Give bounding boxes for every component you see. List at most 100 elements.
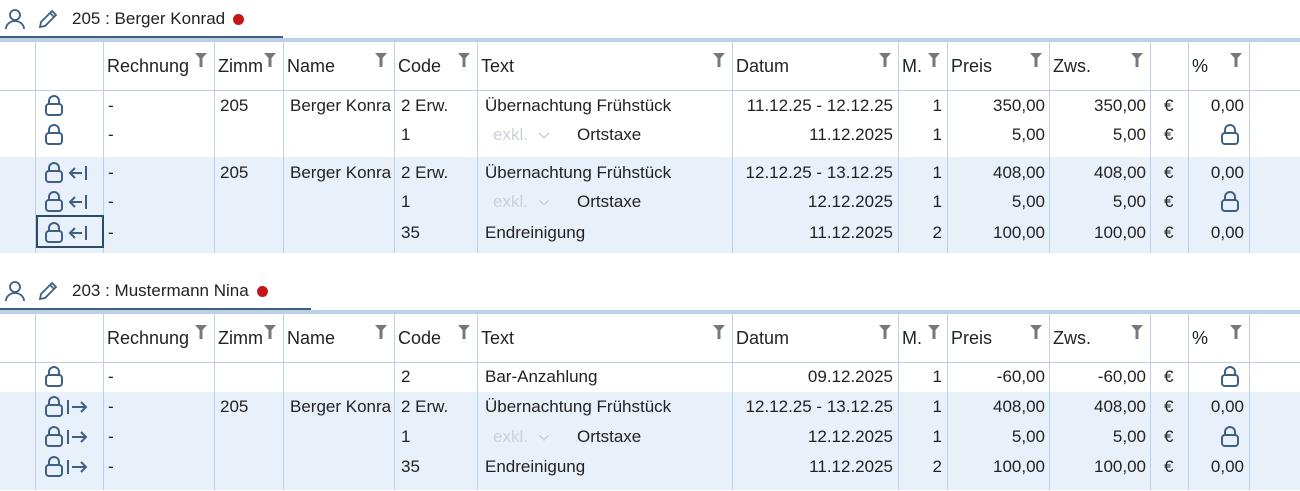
lock-transfer-in-icon[interactable] <box>44 161 92 184</box>
column-header-zimmer[interactable]: Zimmer <box>218 56 262 77</box>
cell-m: 1 <box>932 124 942 144</box>
cell-currency: € <box>1164 95 1174 115</box>
cell-preis: -60,00 <box>996 367 1045 386</box>
cell-rechnung: - <box>108 222 114 242</box>
filter-icon[interactable] <box>194 324 208 340</box>
filter-icon[interactable] <box>263 52 277 68</box>
edit-pencil-icon[interactable] <box>36 8 60 30</box>
lock-icon[interactable] <box>1220 426 1242 448</box>
cell-name: Berger Konrad <box>290 95 392 115</box>
guest-title[interactable]: 205 : Berger Konrad <box>72 9 225 29</box>
column-header-name[interactable]: Name <box>287 328 373 349</box>
filter-icon[interactable] <box>1130 324 1144 340</box>
lock-transfer-out-icon[interactable] <box>44 396 92 418</box>
filter-icon[interactable] <box>1229 52 1243 68</box>
filter-icon[interactable] <box>927 52 941 68</box>
filter-icon[interactable] <box>1229 324 1243 340</box>
cell-percent: 0,00 <box>1210 457 1244 476</box>
column-header-datum[interactable]: Datum <box>736 328 877 349</box>
edit-pencil-icon[interactable] <box>36 280 60 302</box>
cell-name <box>290 367 392 387</box>
lock-transfer-in-icon[interactable] <box>44 190 92 213</box>
filter-icon[interactable] <box>1130 52 1144 68</box>
cell-text: Endreinigung <box>485 222 586 242</box>
column-header-pct[interactable]: % <box>1192 328 1228 349</box>
cell-name: Berger Konrad <box>290 397 392 416</box>
cell-preis: 408,00 <box>993 162 1045 182</box>
column-header-rechnung[interactable]: Rechnung <box>107 328 193 349</box>
cell-currency: € <box>1164 222 1174 242</box>
filter-icon[interactable] <box>927 324 941 340</box>
column-header-code[interactable]: Code <box>398 328 456 349</box>
cell-datum: 12.12.25 - 13.12.25 <box>745 397 893 416</box>
filter-icon[interactable] <box>1029 52 1043 68</box>
chevron-down-icon <box>538 198 550 206</box>
cell-percent: 0,00 <box>1210 397 1244 416</box>
column-header-zws[interactable]: Zws. <box>1053 328 1129 349</box>
status-dot <box>256 285 268 297</box>
filter-icon[interactable] <box>457 52 471 68</box>
cell-code: 35 <box>401 222 420 242</box>
person-icon[interactable] <box>4 8 26 30</box>
lock-transfer-out-icon[interactable] <box>44 456 92 478</box>
cell-currency: € <box>1164 367 1174 386</box>
column-header-text[interactable]: Text <box>481 328 711 349</box>
column-header-name[interactable]: Name <box>287 56 373 77</box>
filter-icon[interactable] <box>457 324 471 340</box>
cell-datum: 11.12.2025 <box>809 124 893 144</box>
cell-zimmer <box>220 125 270 145</box>
cell-m: 1 <box>932 397 942 416</box>
lock-icon[interactable] <box>1220 123 1242 146</box>
table-top-border <box>0 310 1300 314</box>
column-header-zimmer[interactable]: Zimmer <box>218 328 262 349</box>
filter-icon[interactable] <box>374 324 388 340</box>
column-header-datum[interactable]: Datum <box>736 56 877 77</box>
column-header-pct[interactable]: % <box>1192 56 1228 77</box>
column-header-code[interactable]: Code <box>398 56 456 77</box>
filter-icon[interactable] <box>1029 324 1043 340</box>
lock-icon[interactable] <box>44 94 66 117</box>
column-header-m[interactable]: M. <box>902 56 926 77</box>
cell-text: Ortstaxe <box>577 124 642 144</box>
cell-code: 2 Erw. <box>401 162 449 182</box>
cell-name <box>290 125 392 145</box>
lock-icon[interactable] <box>44 123 66 146</box>
tax-mode-select[interactable]: exkl. <box>493 427 563 447</box>
cell-currency: € <box>1164 124 1174 144</box>
cell-zws: -60,00 <box>1097 367 1146 386</box>
column-header-preis[interactable]: Preis <box>951 56 1028 77</box>
lock-icon[interactable] <box>44 366 66 388</box>
filter-icon[interactable] <box>712 324 726 340</box>
person-icon[interactable] <box>4 280 26 302</box>
cell-zimmer <box>220 457 270 477</box>
column-header-m[interactable]: M. <box>902 328 926 349</box>
cell-datum: 12.12.2025 <box>807 191 893 211</box>
guest-title[interactable]: 203 : Mustermann Nina <box>72 281 249 301</box>
filter-icon[interactable] <box>374 52 388 68</box>
lock-transfer-out-icon[interactable] <box>44 426 92 448</box>
lock-icon[interactable] <box>1220 366 1242 388</box>
cell-preis: 5,00 <box>1011 124 1045 144</box>
tax-mode-select[interactable]: exkl. <box>493 192 563 212</box>
filter-icon[interactable] <box>194 52 208 68</box>
column-header-rechnung[interactable]: Rechnung <box>107 56 193 77</box>
filter-icon[interactable] <box>712 52 726 68</box>
cell-m: 1 <box>932 367 942 386</box>
cell-currency: € <box>1164 191 1174 211</box>
lock-icon[interactable] <box>1220 190 1242 213</box>
column-header-zws[interactable]: Zws. <box>1053 56 1129 77</box>
cell-code: 2 <box>401 367 411 386</box>
cell-currency: € <box>1164 397 1174 416</box>
filter-icon[interactable] <box>878 324 892 340</box>
tax-mode-select[interactable]: exkl. <box>493 125 563 145</box>
cell-datum: 11.12.25 - 12.12.25 <box>746 95 893 115</box>
filter-icon[interactable] <box>878 52 892 68</box>
select-value: exkl. <box>493 191 528 211</box>
filter-icon[interactable] <box>263 324 277 340</box>
cell-m: 1 <box>932 191 942 211</box>
table-top-border <box>0 38 1300 42</box>
column-header-preis[interactable]: Preis <box>951 328 1028 349</box>
cell-code: 1 <box>401 191 411 211</box>
column-header-text[interactable]: Text <box>481 56 711 77</box>
cell-zws: 5,00 <box>1112 124 1146 144</box>
